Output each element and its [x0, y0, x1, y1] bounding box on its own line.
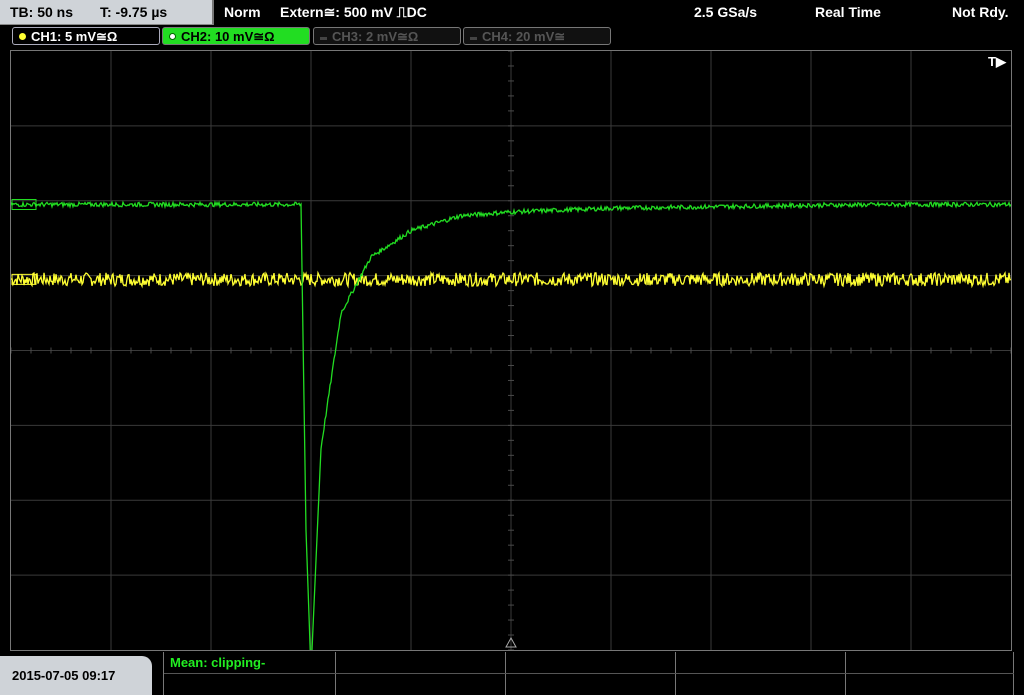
- trigger-time-label: T: -9.75 µs: [100, 4, 168, 20]
- date-panel: 2015-07-05 09:17: [0, 656, 152, 695]
- channel-tab-ch1[interactable]: CH1: 5 mV≅Ω: [12, 27, 160, 45]
- trigger-source[interactable]: Extern≅: 500 mV ⎍DC: [280, 4, 427, 21]
- status-bar: TB: 50 ns T: -9.75 µs Norm Extern≅: 500 …: [0, 0, 1024, 25]
- timebase-panel[interactable]: TB: 50 ns T: -9.75 µs: [0, 0, 214, 25]
- ch1-indicator-icon: [19, 33, 26, 40]
- measurement-mean: Mean: clipping-: [170, 655, 266, 670]
- datetime-label: 2015-07-05 09:17: [12, 668, 116, 683]
- trigger-mode[interactable]: Norm: [224, 4, 261, 20]
- waveform-plot: [11, 51, 1011, 650]
- ch4-label: CH4: 20 mV≅: [482, 29, 566, 44]
- timebase-label: TB: 50 ns: [10, 4, 74, 20]
- channel-tabs: CH1: 5 mV≅Ω CH2: 10 mV≅Ω CH3: 2 mV≅Ω CH4…: [0, 26, 1024, 48]
- waveform-display[interactable]: [10, 50, 1012, 651]
- acquisition-state: Not Rdy.: [952, 4, 1009, 20]
- ch3-indicator-icon: [320, 37, 327, 40]
- measurement-panel[interactable]: Mean: clipping-: [163, 652, 1014, 695]
- ch4-indicator-icon: [470, 37, 477, 40]
- ch1-label: CH1: 5 mV≅Ω: [31, 29, 118, 44]
- channel-tab-ch2[interactable]: CH2: 10 mV≅Ω: [162, 27, 310, 45]
- measurement-divider: [164, 673, 1014, 674]
- trigger-position-marker[interactable]: T▶: [988, 54, 1006, 70]
- ch2-label: CH2: 10 mV≅Ω: [181, 29, 275, 44]
- ch2-indicator-icon: [169, 33, 176, 40]
- ch3-label: CH3: 2 mV≅Ω: [332, 29, 419, 44]
- acquisition-mode: Real Time: [815, 4, 881, 20]
- sample-rate: 2.5 GSa/s: [694, 4, 758, 20]
- channel-tab-ch3[interactable]: CH3: 2 mV≅Ω: [313, 27, 461, 45]
- channel-tab-ch4[interactable]: CH4: 20 mV≅: [463, 27, 611, 45]
